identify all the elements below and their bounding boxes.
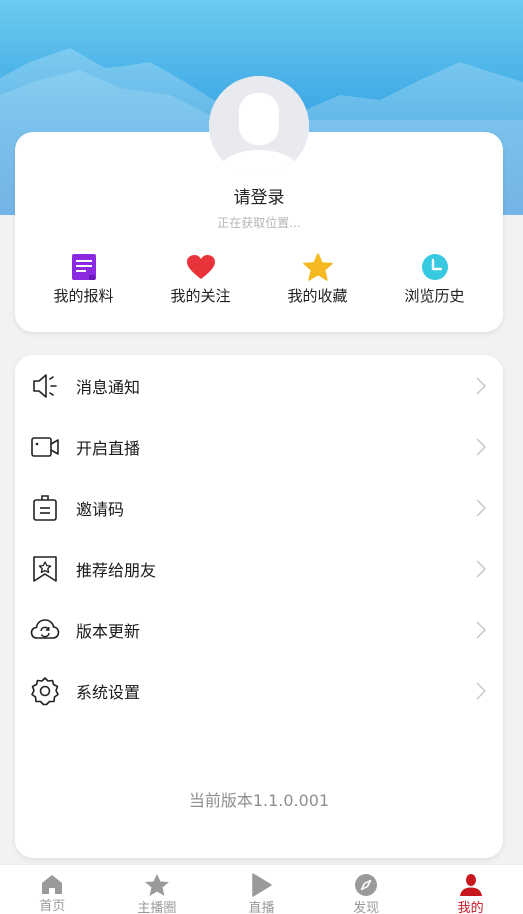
tab-live[interactable]: 直播	[209, 865, 314, 914]
menu-item-start-live[interactable]: 开启直播	[15, 416, 503, 477]
tab-discover[interactable]: 发现	[314, 865, 419, 914]
home-icon	[39, 873, 65, 895]
version-label: 当前版本1.1.0.001	[188, 791, 330, 810]
tab-anchor-circle[interactable]: 主播圈	[105, 865, 210, 914]
menu-item-label: 开启直播	[76, 438, 141, 458]
chevron-right-icon	[476, 498, 487, 517]
settings-gear-icon	[29, 675, 61, 707]
tab-label: 我的	[457, 901, 484, 914]
tab-mine[interactable]: 我的	[418, 865, 523, 914]
bottom-tab-bar: 首页 主播圈 直播 发现 我的	[0, 864, 523, 914]
tab-label: 首页	[39, 899, 66, 914]
user-icon	[458, 873, 484, 897]
menu-item-recommend[interactable]: 推荐给朋友	[15, 538, 503, 599]
login-prompt[interactable]: 请登录	[15, 183, 503, 208]
tab-label: 直播	[248, 901, 275, 914]
heart-icon	[186, 252, 216, 282]
report-icon	[69, 252, 99, 282]
location-status: 正在获取位置...	[217, 216, 301, 230]
chevron-right-icon	[476, 681, 487, 700]
cloud-refresh-icon	[29, 614, 61, 646]
menu-item-invite-code[interactable]: 邀请码	[15, 477, 503, 538]
tab-label: 发现	[353, 901, 380, 914]
speaker-icon	[29, 370, 61, 402]
tab-label: 主播圈	[137, 901, 177, 914]
bookmark-star-icon	[29, 553, 61, 585]
menu-item-label: 版本更新	[76, 621, 141, 641]
quick-action-report[interactable]: 我的报料	[34, 252, 134, 312]
clock-icon	[420, 252, 450, 282]
quick-action-label: 我的报料	[53, 287, 114, 305]
menu-item-system-settings[interactable]: 系统设置	[15, 660, 503, 721]
chevron-right-icon	[476, 376, 487, 395]
badge-icon	[29, 492, 61, 524]
quick-action-label: 浏览历史	[404, 287, 465, 305]
menu-item-version-update[interactable]: 版本更新	[15, 599, 503, 660]
quick-action-follow[interactable]: 我的关注	[151, 252, 251, 312]
tab-home[interactable]: 首页	[0, 865, 105, 914]
menu-item-label: 系统设置	[76, 682, 141, 702]
settings-menu: 消息通知 开启直播 邀请码 推荐给朋友 版本更新 系统设置 当前版本1.1.0.…	[15, 355, 503, 858]
play-icon	[248, 873, 274, 897]
chevron-right-icon	[476, 559, 487, 578]
quick-action-favorites[interactable]: 我的收藏	[268, 252, 368, 312]
menu-item-label: 推荐给朋友	[76, 560, 157, 580]
menu-item-label: 消息通知	[76, 377, 141, 397]
quick-action-history[interactable]: 浏览历史	[385, 252, 485, 312]
menu-item-notifications[interactable]: 消息通知	[15, 355, 503, 416]
star-icon	[302, 252, 333, 282]
quick-action-label: 我的关注	[170, 287, 231, 305]
quick-actions: 我的报料 我的关注 我的收藏 浏览历史	[15, 252, 503, 312]
chevron-right-icon	[476, 437, 487, 456]
menu-item-label: 邀请码	[76, 499, 125, 519]
avatar[interactable]	[209, 76, 309, 176]
compass-icon	[353, 873, 379, 897]
video-camera-icon	[29, 431, 61, 463]
chevron-right-icon	[476, 620, 487, 639]
star-icon	[144, 873, 170, 897]
quick-action-label: 我的收藏	[287, 287, 348, 305]
